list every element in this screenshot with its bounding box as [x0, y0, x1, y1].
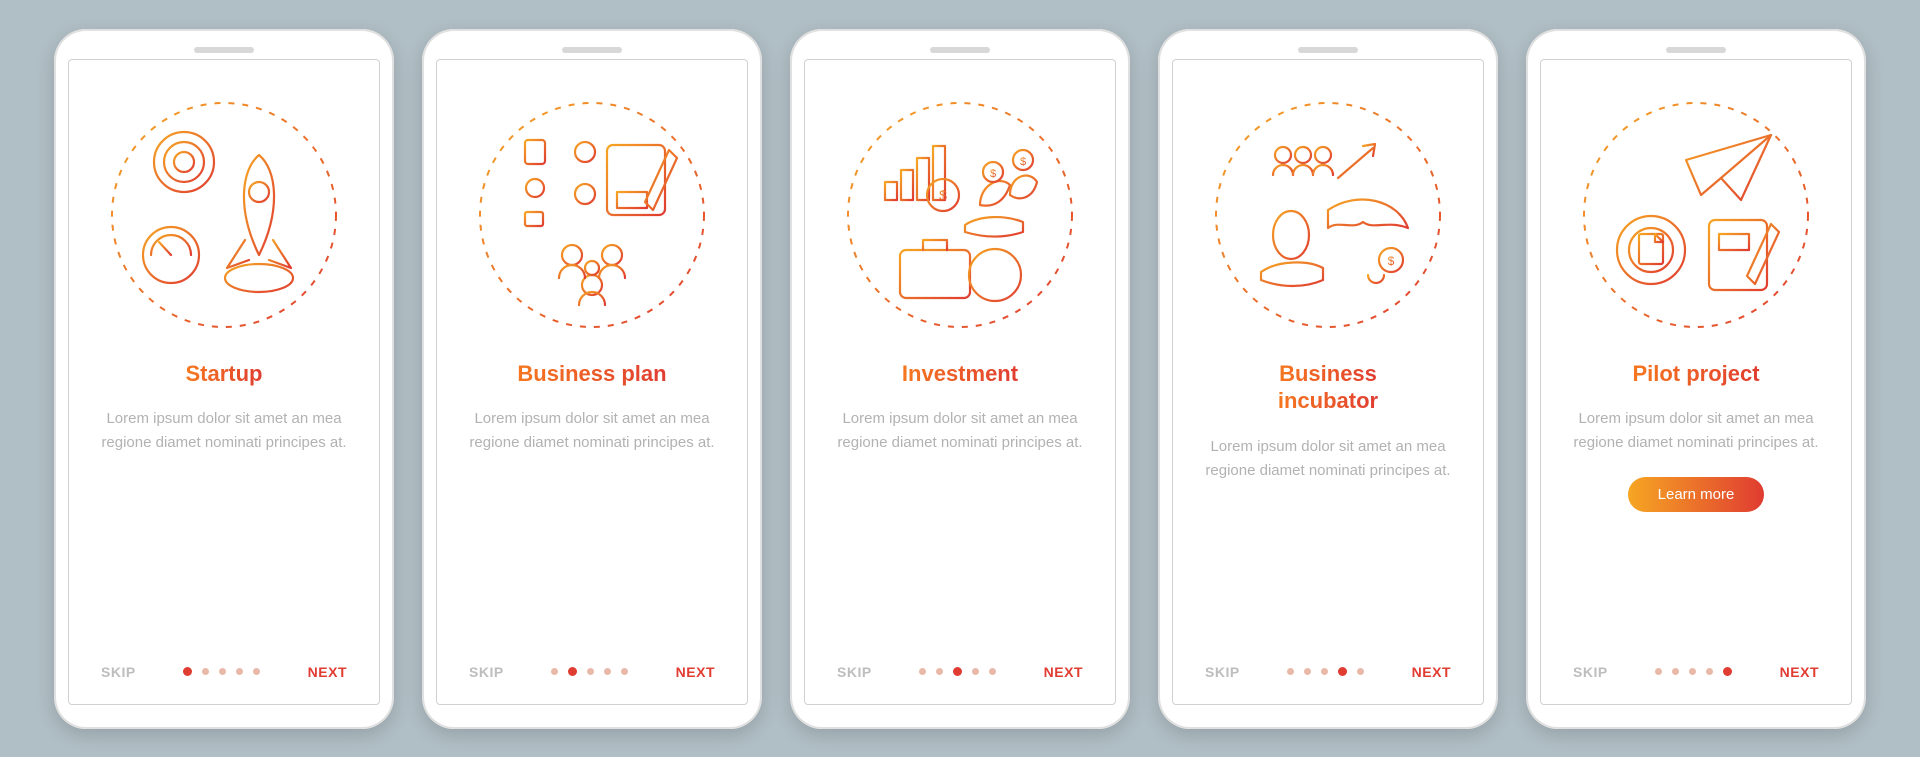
skip-button[interactable]: SKIP: [469, 664, 504, 680]
phone-speaker: [930, 47, 990, 53]
screen-title: Pilot project: [1632, 360, 1759, 388]
skip-button[interactable]: SKIP: [837, 664, 872, 680]
screen-title: Startup: [186, 360, 263, 388]
page-indicator: [551, 668, 628, 676]
pilot-project-illustration: [1581, 100, 1811, 330]
dot-2[interactable]: [1304, 668, 1311, 675]
dot-3[interactable]: [1321, 668, 1328, 675]
dot-4[interactable]: [236, 668, 243, 675]
onboarding-phone-4: $ Business incubator Lorem ipsum dolor s…: [1158, 29, 1498, 729]
onboarding-screen: Business plan Lorem ipsum dolor sit amet…: [436, 59, 748, 705]
screen-title: Business plan: [517, 360, 666, 388]
onboarding-screen: Startup Lorem ipsum dolor sit amet an me…: [68, 59, 380, 705]
onboarding-footer: SKIP NEXT: [1567, 664, 1825, 684]
next-button[interactable]: NEXT: [308, 664, 347, 680]
phone-speaker: [1666, 47, 1726, 53]
next-button[interactable]: NEXT: [1412, 664, 1451, 680]
dot-5[interactable]: [1723, 667, 1732, 676]
screen-description: Lorem ipsum dolor sit amet an mea region…: [1567, 407, 1825, 455]
onboarding-screen: $ $ $ Investment Lorem ipsum dolor sit a…: [804, 59, 1116, 705]
screen-description: Lorem ipsum dolor sit amet an mea region…: [1199, 435, 1457, 483]
svg-text:$: $: [1020, 156, 1026, 168]
dot-2[interactable]: [568, 667, 577, 676]
dot-2[interactable]: [936, 668, 943, 675]
business-incubator-illustration: $: [1213, 100, 1443, 330]
page-indicator: [183, 668, 260, 676]
investment-illustration: $ $ $: [845, 100, 1075, 330]
business-plan-illustration: [477, 100, 707, 330]
startup-illustration: [109, 100, 339, 330]
dot-5[interactable]: [621, 668, 628, 675]
page-indicator: [1287, 668, 1364, 676]
dot-3[interactable]: [219, 668, 226, 675]
dot-1[interactable]: [919, 668, 926, 675]
dot-3[interactable]: [1689, 668, 1696, 675]
screen-title: Business incubator: [1278, 360, 1378, 415]
dot-1[interactable]: [183, 667, 192, 676]
onboarding-screen: Pilot project Lorem ipsum dolor sit amet…: [1540, 59, 1852, 705]
dot-3[interactable]: [953, 667, 962, 676]
screen-description: Lorem ipsum dolor sit amet an mea region…: [831, 407, 1089, 455]
screen-description: Lorem ipsum dolor sit amet an mea region…: [463, 407, 721, 455]
onboarding-phone-5: Pilot project Lorem ipsum dolor sit amet…: [1526, 29, 1866, 729]
next-button[interactable]: NEXT: [1780, 664, 1819, 680]
onboarding-phone-1: Startup Lorem ipsum dolor sit amet an me…: [54, 29, 394, 729]
onboarding-screen: $ Business incubator Lorem ipsum dolor s…: [1172, 59, 1484, 705]
dot-4[interactable]: [1338, 667, 1347, 676]
dot-1[interactable]: [1655, 668, 1662, 675]
next-button[interactable]: NEXT: [1044, 664, 1083, 680]
onboarding-footer: SKIP NEXT: [1199, 664, 1457, 684]
dot-5[interactable]: [253, 668, 260, 675]
onboarding-phone-3: $ $ $ Investment Lorem ipsum dolor sit a…: [790, 29, 1130, 729]
svg-text:$: $: [1388, 254, 1395, 268]
screen-description: Lorem ipsum dolor sit amet an mea region…: [95, 407, 353, 455]
skip-button[interactable]: SKIP: [1205, 664, 1240, 680]
screen-title: Investment: [902, 360, 1018, 388]
svg-text:$: $: [990, 168, 996, 180]
onboarding-footer: SKIP NEXT: [463, 664, 721, 684]
dot-4[interactable]: [604, 668, 611, 675]
phone-speaker: [1298, 47, 1358, 53]
learn-more-button[interactable]: Learn more: [1628, 477, 1765, 512]
svg-text:$: $: [939, 187, 947, 203]
dot-4[interactable]: [972, 668, 979, 675]
skip-button[interactable]: SKIP: [101, 664, 136, 680]
page-indicator: [1655, 668, 1732, 676]
dot-4[interactable]: [1706, 668, 1713, 675]
next-button[interactable]: NEXT: [676, 664, 715, 680]
skip-button[interactable]: SKIP: [1573, 664, 1608, 680]
dot-1[interactable]: [1287, 668, 1294, 675]
dot-2[interactable]: [202, 668, 209, 675]
dot-5[interactable]: [989, 668, 996, 675]
dot-2[interactable]: [1672, 668, 1679, 675]
onboarding-footer: SKIP NEXT: [831, 664, 1089, 684]
onboarding-phone-2: Business plan Lorem ipsum dolor sit amet…: [422, 29, 762, 729]
dot-3[interactable]: [587, 668, 594, 675]
page-indicator: [919, 668, 996, 676]
onboarding-footer: SKIP NEXT: [95, 664, 353, 684]
phone-speaker: [562, 47, 622, 53]
dot-5[interactable]: [1357, 668, 1364, 675]
phone-speaker: [194, 47, 254, 53]
dot-1[interactable]: [551, 668, 558, 675]
